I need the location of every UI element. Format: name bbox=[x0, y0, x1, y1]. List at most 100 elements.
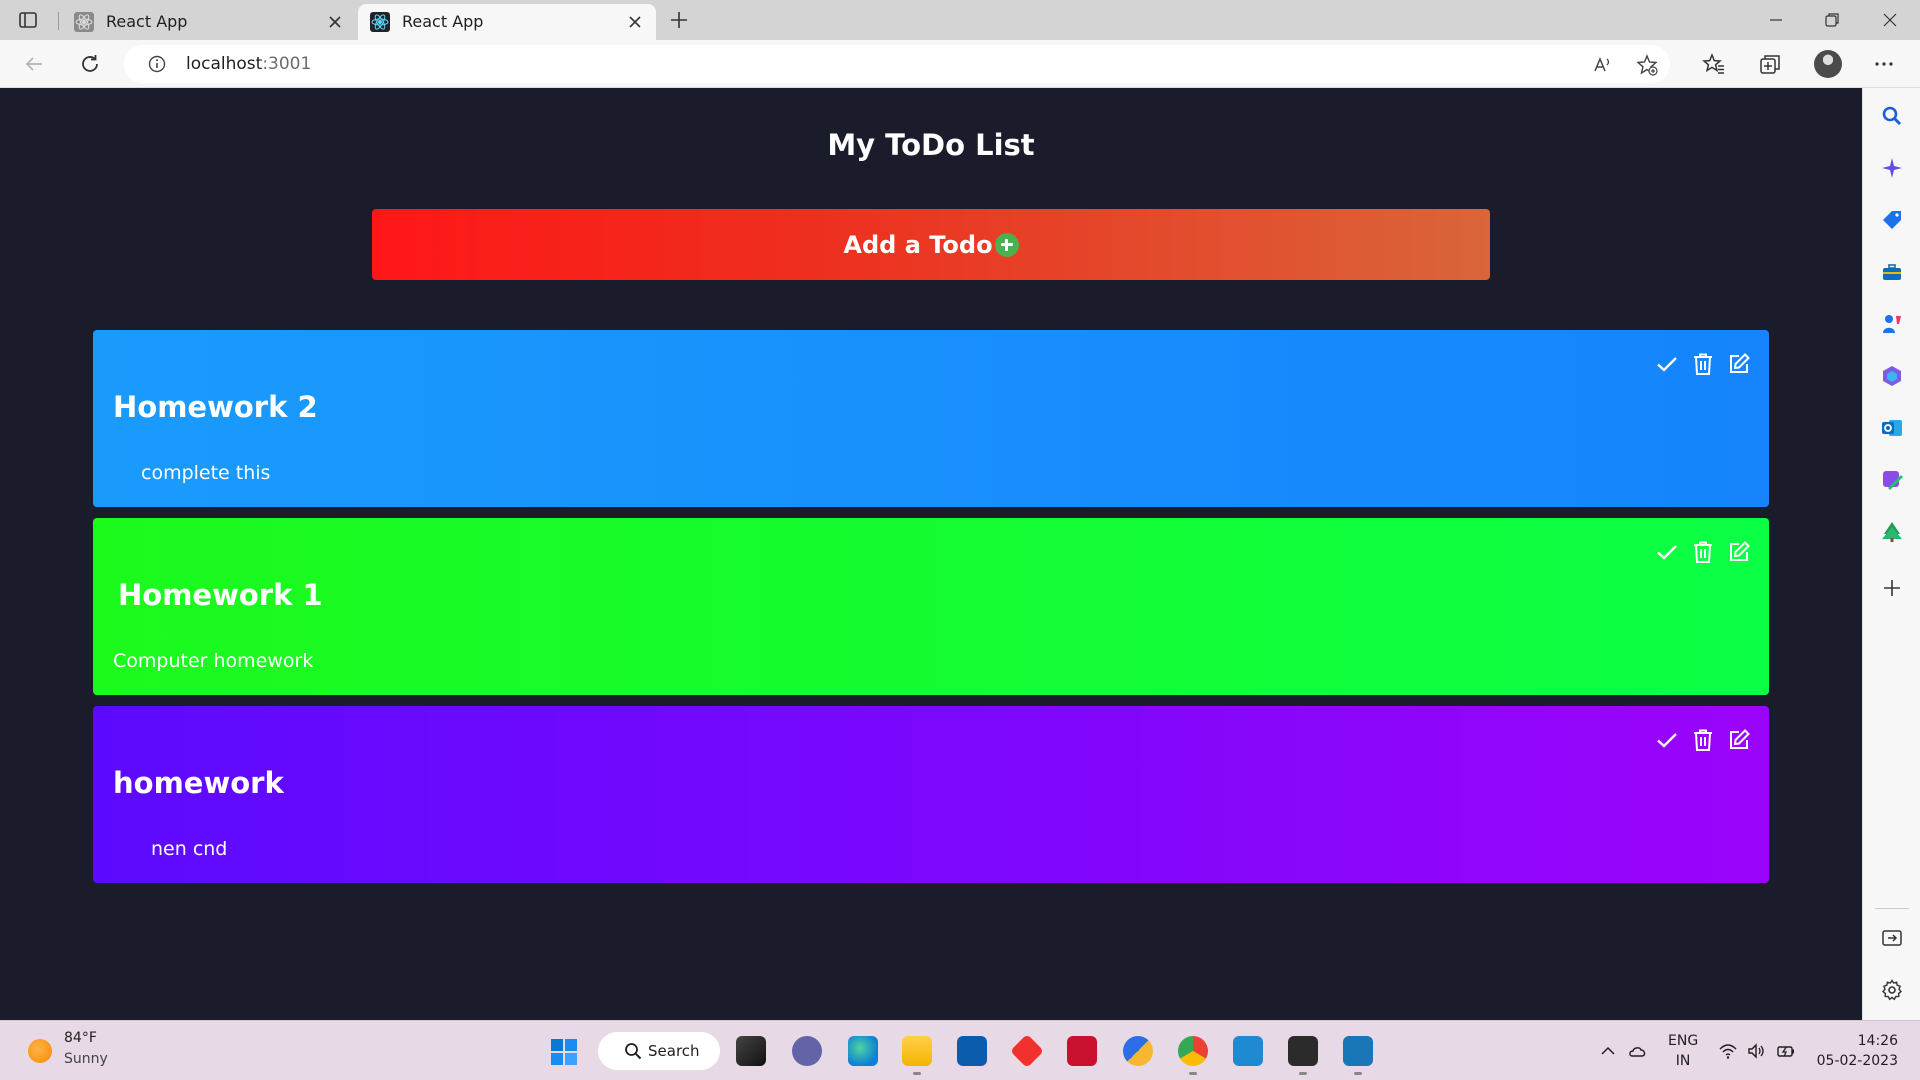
react-favicon-icon bbox=[74, 12, 94, 32]
todo-card: Homework 2 complete this bbox=[93, 330, 1769, 507]
info-icon[interactable] bbox=[148, 55, 166, 73]
settings-gear-icon[interactable] bbox=[1880, 978, 1904, 1002]
tools-briefcase-icon[interactable] bbox=[1880, 260, 1904, 284]
page-title: My ToDo List bbox=[827, 128, 1035, 162]
close-window-icon[interactable] bbox=[1880, 10, 1900, 30]
check-icon[interactable] bbox=[1655, 540, 1679, 564]
todo-actions bbox=[1655, 352, 1751, 376]
url-text: localhost:3001 bbox=[186, 54, 311, 74]
search-icon bbox=[625, 1043, 642, 1060]
favorites-icon[interactable] bbox=[1702, 52, 1726, 76]
new-tab-icon[interactable] bbox=[668, 9, 690, 31]
wifi-icon[interactable] bbox=[1718, 1041, 1738, 1061]
microsoft-365-icon[interactable] bbox=[1880, 364, 1904, 388]
browser-tab-bar: React App React App bbox=[0, 0, 1920, 40]
chrome-icon[interactable] bbox=[1178, 1036, 1208, 1075]
profile-avatar[interactable] bbox=[1814, 50, 1842, 78]
todo-card: Homework 1 Computer homework bbox=[93, 518, 1769, 695]
shopping-tag-icon[interactable] bbox=[1880, 208, 1904, 232]
address-bar[interactable]: localhost:3001 bbox=[124, 45, 1670, 83]
windows-start-icon[interactable] bbox=[550, 1038, 578, 1066]
tab-title: React App bbox=[106, 12, 188, 31]
outlook-icon[interactable] bbox=[1880, 416, 1904, 440]
back-arrow-icon[interactable] bbox=[22, 52, 46, 76]
search-icon[interactable] bbox=[1880, 104, 1904, 128]
file-explorer-icon[interactable] bbox=[902, 1036, 932, 1075]
mcafee-shield-icon[interactable] bbox=[1067, 1036, 1097, 1066]
volume-icon[interactable] bbox=[1746, 1041, 1766, 1061]
url-port: :3001 bbox=[262, 54, 312, 74]
taskbar-search[interactable]: Search bbox=[598, 1032, 720, 1070]
tab-title: React App bbox=[402, 12, 484, 31]
git-kraken-icon[interactable] bbox=[1010, 1034, 1044, 1068]
url-host: localhost bbox=[186, 54, 263, 74]
edit-icon[interactable] bbox=[1727, 352, 1751, 376]
more-options-icon[interactable] bbox=[1872, 52, 1896, 76]
clock-date: 05-02-2023 bbox=[1816, 1053, 1898, 1069]
read-aloud-icon[interactable] bbox=[1592, 54, 1614, 76]
taskbar-search-label: Search bbox=[648, 1042, 700, 1060]
terminal-icon[interactable] bbox=[1288, 1036, 1318, 1075]
collections-icon[interactable] bbox=[1758, 52, 1782, 76]
hide-sidebar-icon[interactable] bbox=[1880, 926, 1904, 950]
tree-icon[interactable] bbox=[1880, 520, 1904, 544]
tab-actions-icon[interactable] bbox=[18, 10, 38, 30]
add-icon[interactable] bbox=[1880, 576, 1904, 600]
restore-icon[interactable] bbox=[1822, 10, 1842, 30]
copilot-sparkle-icon[interactable] bbox=[1880, 156, 1904, 180]
browser-toolbar: localhost:3001 bbox=[0, 40, 1920, 88]
windows-taskbar: 84°F Sunny Search ENG IN 14:26 05-02-202… bbox=[0, 1020, 1920, 1080]
todo-app: My ToDo List Add a Todo Homework 2 compl… bbox=[0, 88, 1862, 1020]
tab-react-app-1[interactable]: React App bbox=[62, 4, 356, 40]
todo-description: Computer homework bbox=[113, 650, 314, 672]
language-code: ENG bbox=[1668, 1033, 1699, 1049]
add-circle-icon bbox=[994, 232, 1019, 257]
weather-temperature[interactable]: 84°F bbox=[64, 1030, 97, 1046]
edit-icon[interactable] bbox=[1727, 540, 1751, 564]
trash-icon[interactable] bbox=[1691, 540, 1715, 564]
edit-icon[interactable] bbox=[1727, 728, 1751, 752]
vpn-app-icon[interactable] bbox=[1123, 1036, 1153, 1066]
weather-condition[interactable]: Sunny bbox=[64, 1051, 108, 1067]
teams-chat-icon[interactable] bbox=[792, 1036, 822, 1066]
todo-card: homework nen cnd bbox=[93, 706, 1769, 883]
clock-time: 14:26 bbox=[1857, 1033, 1898, 1049]
close-tab-icon[interactable] bbox=[328, 15, 342, 29]
todo-actions bbox=[1655, 728, 1751, 752]
edge-sidebar bbox=[1862, 88, 1920, 1020]
react-favicon-icon bbox=[370, 12, 390, 32]
microsoft-store-icon[interactable] bbox=[957, 1036, 987, 1066]
todo-title: Homework 1 bbox=[118, 578, 323, 612]
minimize-icon[interactable] bbox=[1766, 10, 1786, 30]
todo-description: complete this bbox=[141, 462, 271, 484]
trash-icon[interactable] bbox=[1691, 352, 1715, 376]
language-region: IN bbox=[1675, 1053, 1691, 1069]
onedrive-icon[interactable] bbox=[1628, 1041, 1648, 1061]
games-icon[interactable] bbox=[1880, 312, 1904, 336]
add-todo-label: Add a Todo bbox=[843, 230, 993, 259]
check-icon[interactable] bbox=[1655, 352, 1679, 376]
todo-actions bbox=[1655, 540, 1751, 564]
sun-icon[interactable] bbox=[28, 1039, 52, 1063]
refresh-icon[interactable] bbox=[78, 52, 102, 76]
todo-title: Homework 2 bbox=[113, 390, 318, 424]
system-clock[interactable]: 14:26 05-02-2023 bbox=[1816, 1031, 1898, 1071]
add-favorite-icon[interactable] bbox=[1636, 54, 1658, 76]
task-view-icon[interactable] bbox=[736, 1036, 766, 1066]
trash-icon[interactable] bbox=[1691, 728, 1715, 752]
add-todo-button[interactable]: Add a Todo bbox=[372, 209, 1490, 280]
vscode-icon[interactable] bbox=[1233, 1036, 1263, 1066]
close-tab-icon[interactable] bbox=[628, 15, 642, 29]
designer-icon[interactable] bbox=[1880, 468, 1904, 492]
check-icon[interactable] bbox=[1655, 728, 1679, 752]
todo-title: homework bbox=[113, 766, 284, 800]
tab-react-app-2[interactable]: React App bbox=[358, 4, 656, 40]
tab-separator bbox=[58, 12, 59, 30]
edge-browser-icon[interactable] bbox=[848, 1036, 878, 1066]
battery-icon[interactable] bbox=[1776, 1041, 1796, 1061]
language-indicator[interactable]: ENG IN bbox=[1668, 1031, 1698, 1071]
sidebar-divider bbox=[1875, 908, 1909, 909]
chevron-up-icon[interactable] bbox=[1598, 1041, 1618, 1061]
image-editor-icon[interactable] bbox=[1343, 1036, 1373, 1075]
todo-description: nen cnd bbox=[151, 838, 228, 860]
